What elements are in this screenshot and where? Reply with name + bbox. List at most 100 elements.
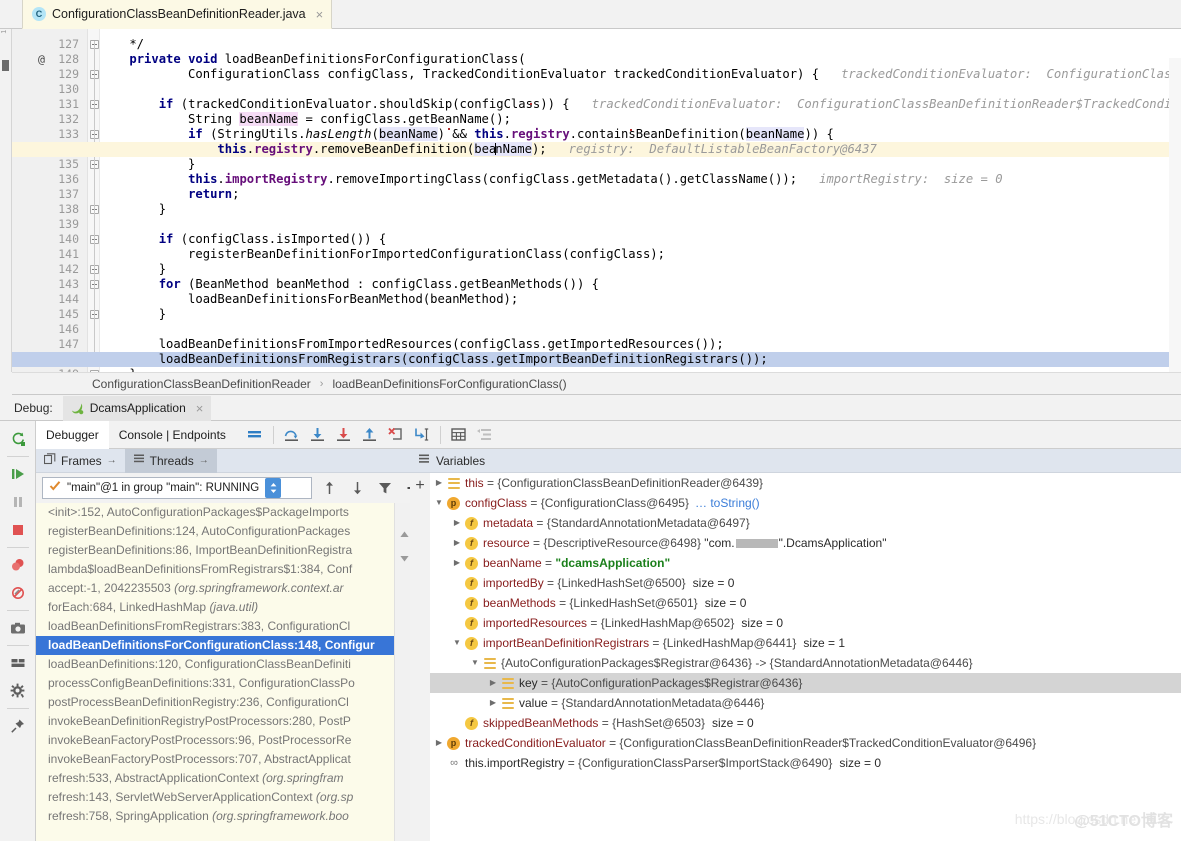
mute-breakpoints-icon[interactable] (3, 579, 33, 607)
stack-frame-row[interactable]: accept:-1, 2042235503 (org.springframewo… (36, 579, 412, 598)
chevron-down-icon[interactable]: ▼ (468, 653, 482, 673)
stack-frame-row[interactable]: registerBeanDefinitions:86, ImportBeanDe… (36, 541, 412, 560)
show-execution-point-icon[interactable] (242, 423, 268, 447)
variable-row[interactable]: ▶ value = {StandardAnnotationMetadata@644… (430, 693, 1181, 713)
code-line[interactable]: if (configClass.isImported()) { (100, 232, 386, 247)
breadcrumb-item-class[interactable]: ConfigurationClassBeanDefinitionReader (92, 377, 311, 391)
stack-frame-row[interactable]: invokeBeanFactoryPostProcessors:707, Abs… (36, 750, 412, 769)
variable-row[interactable]: ▶ key = {AutoConfigurationPackages$Regist… (430, 673, 1181, 693)
pin-icon[interactable] (3, 712, 33, 740)
stack-frame-row[interactable]: refresh:143, ServletWebServerApplication… (36, 788, 412, 807)
annotation-marker[interactable]: @ (38, 52, 45, 67)
chevron-right-icon[interactable]: ▶ (486, 693, 500, 713)
stack-frame-row[interactable]: lambda$loadBeanDefinitionsFromRegistrars… (36, 560, 412, 579)
code-line[interactable]: } (100, 307, 166, 322)
chevron-right-icon[interactable]: ▶ (450, 533, 464, 553)
stack-frame-row[interactable]: loadBeanDefinitions:120, ConfigurationCl… (36, 655, 412, 674)
code-line[interactable]: loadBeanDefinitionsFromImportedResources… (100, 337, 724, 352)
stack-frame-row[interactable]: forEach:684, LinkedHashMap (java.util) (36, 598, 412, 617)
stack-frame-row[interactable]: refresh:758, SpringApplication (org.spri… (36, 807, 412, 826)
frame-up-icon[interactable] (318, 477, 340, 499)
chevron-updown-icon[interactable] (265, 478, 282, 498)
variable-row[interactable]: ▶ p trackedConditionEvaluator = {Configura… (430, 733, 1181, 753)
rerun-icon[interactable] (3, 425, 33, 453)
frames-tab[interactable]: Frames → (36, 449, 125, 473)
code-line[interactable]: loadBeanDefinitionsForBeanMethod(beanMet… (100, 292, 518, 307)
settings-gear-icon[interactable] (3, 677, 33, 705)
variable-row[interactable]: f beanMethods = {LinkedHashSet@6501} size … (430, 593, 1181, 613)
variables-list[interactable]: ▶ this = {ConfigurationClassBeanDefinitio… (430, 473, 1181, 841)
code-line[interactable]: return; (100, 187, 239, 202)
step-into-icon[interactable] (305, 423, 331, 447)
code-line[interactable]: registerBeanDefinitionForImportedConfigu… (100, 247, 665, 262)
code-line[interactable]: } (100, 202, 166, 217)
pause-icon[interactable] (3, 488, 33, 516)
resume-icon[interactable] (3, 460, 33, 488)
step-over-icon[interactable] (279, 423, 305, 447)
project-tool-strip[interactable]: 1: Project (0, 0, 12, 372)
variable-row[interactable]: ▼ {AutoConfigurationPackages$Registrar@64… (430, 653, 1181, 673)
run-configuration-tab[interactable]: DcamsApplication × (62, 395, 212, 421)
chevron-right-icon[interactable]: ▶ (450, 553, 464, 573)
frames-list[interactable]: <init>:152, AutoConfigurationPackages$Pa… (36, 503, 412, 841)
force-step-into-icon[interactable] (331, 423, 357, 447)
thread-combo[interactable]: "main"@1 in group "main": RUNNING (42, 477, 312, 499)
chevron-down-icon[interactable]: ▼ (432, 493, 446, 513)
stack-frame-row[interactable]: invokeBeanFactoryPostProcessors:96, Post… (36, 731, 412, 750)
code-line[interactable]: String beanName = configClass.getBeanNam… (100, 112, 511, 127)
chevron-right-icon[interactable]: ▶ (486, 673, 500, 693)
variable-row[interactable]: ▶ f beanName = "dcamsApplication" (430, 553, 1181, 573)
variable-row[interactable]: ▶ f resource = {DescriptiveResource@6498} … (430, 533, 1181, 553)
editor-vertical-scrollbar[interactable] (1169, 58, 1181, 372)
code-line[interactable]: this.registry.removeBeanDefinition(beanN… (100, 142, 877, 157)
code-line[interactable]: */ (100, 37, 144, 52)
stack-frame-row[interactable]: processConfigBeanDefinitions:331, Config… (36, 674, 412, 693)
chevron-right-icon[interactable]: ▶ (432, 473, 446, 493)
editor-tab[interactable]: C ConfigurationClassBeanDefinitionReader… (22, 0, 333, 29)
step-out-icon[interactable] (357, 423, 383, 447)
layout-icon[interactable] (3, 649, 33, 677)
code-editor[interactable]: 127128@129130131132133134135136137138139… (12, 29, 1181, 372)
breadcrumb-item-method[interactable]: loadBeanDefinitionsForConfigurationClass… (332, 377, 566, 391)
code-line[interactable]: ConfigurationClass configClass, TrackedC… (100, 67, 1181, 82)
stack-frame-row[interactable]: refresh:533, AbstractApplicationContext … (36, 769, 412, 788)
trace-current-stream-icon[interactable] (472, 423, 498, 447)
code-line[interactable]: if (StringUtils.hasLength(beanName) && t… (100, 127, 834, 142)
code-line[interactable]: if (trackedConditionEvaluator.shouldSkip… (100, 97, 1181, 112)
variable-row[interactable]: f importedResources = {LinkedHashMap@6502… (430, 613, 1181, 633)
chevron-down-icon[interactable]: ▼ (450, 633, 464, 653)
code-line[interactable]: this.importRegistry.removeImportingClass… (100, 172, 1003, 187)
view-breakpoints-icon[interactable] (3, 551, 33, 579)
tab-debugger[interactable]: Debugger (36, 420, 109, 449)
stop-icon[interactable] (3, 516, 33, 544)
code-line[interactable]: for (BeanMethod beanMethod : configClass… (100, 277, 599, 292)
breadcrumb[interactable]: ConfigurationClassBeanDefinitionReader ›… (12, 372, 1181, 395)
drop-frame-icon[interactable] (383, 423, 409, 447)
stack-frame-row[interactable]: loadBeanDefinitionsFromRegistrars:383, C… (36, 617, 412, 636)
close-icon[interactable]: × (196, 402, 204, 415)
threads-tab[interactable]: Threads → (124, 448, 217, 473)
code-line[interactable]: } (100, 262, 166, 277)
chevron-right-icon[interactable]: ▶ (432, 733, 446, 753)
code-line[interactable]: private void loadBeanDefinitionsForConfi… (100, 52, 525, 67)
code-area[interactable]: */ private void loadBeanDefinitionsForCo… (12, 29, 1181, 372)
fold-column[interactable] (88, 29, 100, 372)
code-line[interactable]: loadBeanDefinitionsFromRegistrars(config… (100, 352, 768, 367)
variable-row[interactable]: f importedBy = {LinkedHashSet@6500} size =… (430, 573, 1181, 593)
variable-row[interactable]: f skippedBeanMethods = {HashSet@6503} size… (430, 713, 1181, 733)
editor-gutter[interactable]: 127128@129130131132133134135136137138139… (12, 29, 88, 372)
evaluate-expression-icon[interactable] (446, 423, 472, 447)
run-to-cursor-icon[interactable] (409, 423, 435, 447)
chevron-right-icon[interactable]: ▶ (450, 513, 464, 533)
stack-frame-row[interactable]: postProcessBeanDefinitionRegistry:236, C… (36, 693, 412, 712)
add-variable-button[interactable]: + (410, 473, 430, 841)
stack-frame-row[interactable]: invokeBeanDefinitionRegistryPostProcesso… (36, 712, 412, 731)
variable-row[interactable]: ▼ p configClass = {ConfigurationClass@6495… (430, 493, 1181, 513)
code-line[interactable]: } (100, 157, 195, 172)
frame-down-icon[interactable] (346, 477, 368, 499)
to-string-link[interactable]: … toString() (695, 493, 760, 513)
filter-frames-icon[interactable] (374, 477, 396, 499)
stack-frame-row[interactable]: loadBeanDefinitionsForConfigurationClass… (36, 636, 412, 655)
variable-row[interactable]: ∞ this.importRegistry = {ConfigurationCla… (430, 753, 1181, 773)
tab-console-endpoints[interactable]: Console | Endpoints (109, 421, 236, 449)
